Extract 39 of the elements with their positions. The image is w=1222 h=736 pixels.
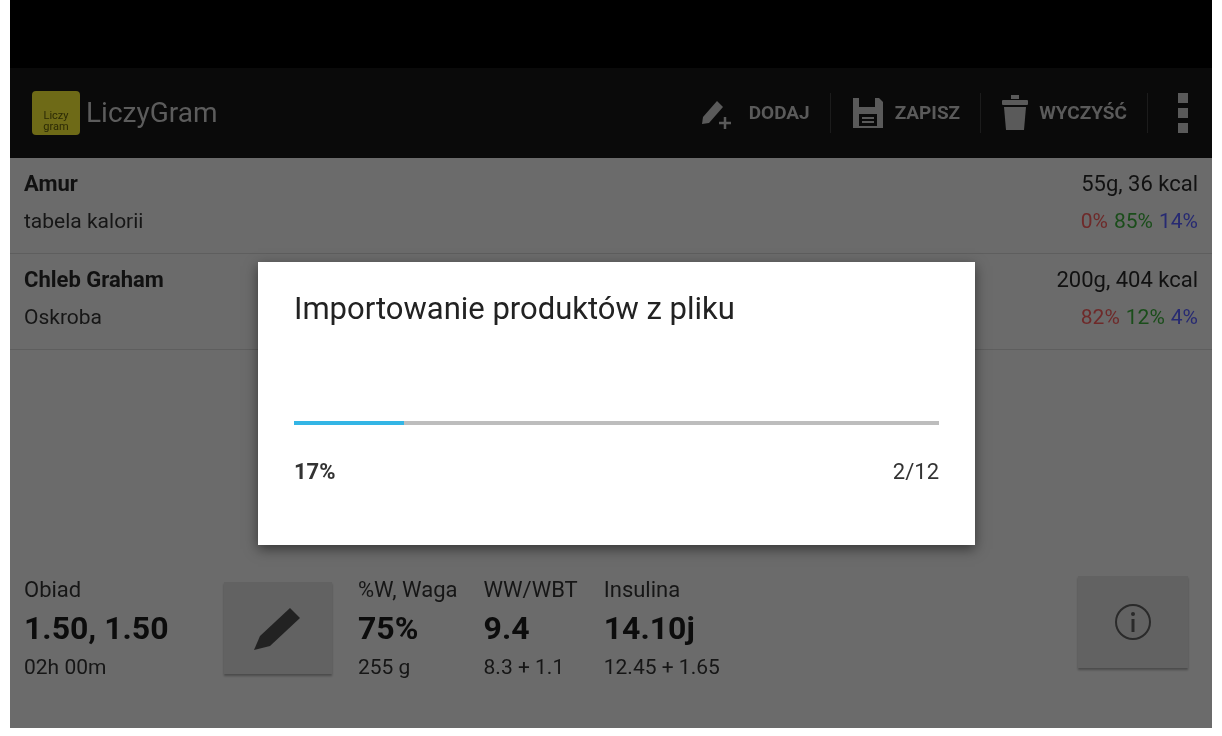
summary-detail: 255 g (358, 653, 412, 680)
summary-detail: 12.45 + 1.65 (603, 653, 720, 680)
product-name: Amur (24, 170, 79, 198)
summary-value: 14.10j (603, 607, 696, 648)
summary-label: %W, Waga (358, 576, 458, 604)
summary-value: 75% (358, 607, 420, 648)
nutrient-share: 0% (1080, 207, 1108, 234)
progress-percent: 17% (294, 457, 336, 486)
action-button[interactable]: ZAPISZ (844, 83, 967, 143)
nutrient-share: 82% (1080, 303, 1120, 330)
product-source: tabela kalorii (24, 207, 144, 234)
summary-label: WW/WBT (483, 576, 578, 604)
logo-text: gram (43, 121, 69, 132)
product-source: Oskroba (24, 303, 104, 330)
product-amount: 200g, 404 kcal (1056, 266, 1198, 294)
dialog-title: Importowanie produktów z pliku (294, 290, 736, 329)
meal-label: Obiad (24, 576, 83, 604)
product-amount: 55g, 36 kcal (1081, 170, 1198, 198)
product-name: Chleb Graham (24, 266, 164, 294)
summary-value: 9.4 (483, 607, 531, 648)
info-button[interactable] (1078, 576, 1188, 668)
action-button[interactable]: WYCZYŚĆ (995, 83, 1133, 143)
product-row[interactable]: Amur tabela kalorii 55g, 36 kcal 0% 85% 14% (10, 158, 1212, 254)
summary-detail: 8.3 + 1.1 (483, 653, 566, 680)
overflow-menu-icon[interactable] (1178, 93, 1188, 133)
nutrient-share: 14% (1159, 207, 1198, 234)
edit-button[interactable] (224, 582, 332, 674)
app-title: LiczyGram (86, 95, 218, 131)
progress-count: 2/12 (892, 457, 939, 486)
info-icon (1114, 603, 1152, 641)
nutrient-share: 4% (1170, 303, 1198, 330)
meal-time: 02h 00m (24, 653, 108, 680)
trash-can-icon (1001, 95, 1030, 131)
nutrient-share: 12% (1125, 303, 1165, 330)
summary-label: Insulina (603, 576, 682, 604)
action-button[interactable]: DODAJ (692, 83, 816, 143)
nutrient-share: 85% (1114, 207, 1153, 234)
meal-value: 1.50, 1.50 (24, 607, 170, 648)
logo-text: Liczy (43, 110, 69, 121)
